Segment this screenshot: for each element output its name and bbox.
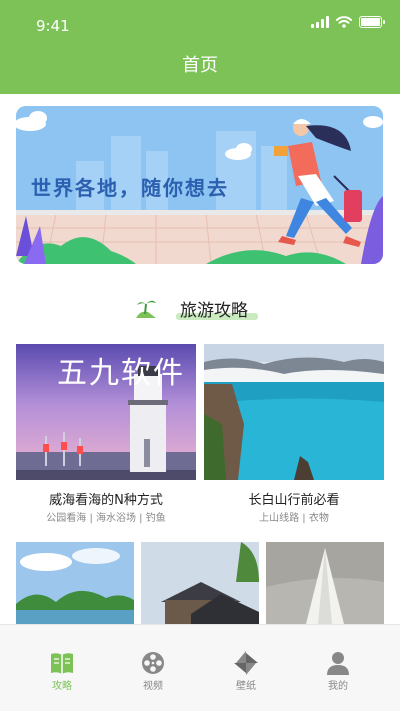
card-image[interactable] [266,542,384,624]
page-title: 首页 [182,55,218,76]
home-content[interactable]: 世界各地，随你想去 旅游攻略 五九软件 威海看海的N种方式 公园看海 | 海水浴… [0,94,400,624]
battery-icon [359,16,385,28]
card-title: 长白山行前必看 [248,493,340,508]
section-header: 旅游攻略 [0,292,400,324]
hero-banner[interactable]: 世界各地，随你想去 [16,106,383,264]
tab-label: 视频 [143,681,163,692]
card-title: 威海看海的N种方式 [49,493,163,508]
watermark-text: 五九软件 [57,356,185,391]
tab-profile[interactable]: 我的 [298,625,378,695]
palm-island-icon [136,300,156,318]
card-image[interactable] [16,542,134,624]
app-header: 9:41 首页 [0,0,400,94]
card-image[interactable]: 五九软件 [16,344,196,480]
banner-text: 世界各地，随你想去 [31,176,229,200]
card-image[interactable] [204,344,384,480]
card-image[interactable] [141,542,259,624]
crater-lake-photo [204,344,384,480]
book-icon [51,653,73,674]
wifi-icon [336,16,352,28]
tab-label: 攻略 [52,681,72,692]
person-icon [327,652,349,675]
tab-label: 我的 [328,681,348,692]
status-icons [311,16,385,28]
church-photo [266,542,384,624]
section-title: 旅游攻略 [180,301,248,321]
card-tags: 上山线路 | 衣物 [259,513,329,524]
tab-guides[interactable]: 攻略 [22,625,102,695]
tab-wallpapers[interactable]: 壁纸 [206,625,286,695]
cellular-signal-icon [311,16,329,28]
bottom-tab-bar: 攻略 视频 壁纸 我的 [0,624,400,711]
tab-label: 壁纸 [236,681,256,692]
card-tags: 公园看海 | 海水浴场 | 钓鱼 [46,513,166,524]
status-time: 9:41 [36,17,70,35]
old-town-photo [141,542,259,624]
film-reel-icon [142,652,164,674]
green-hills-photo [16,542,134,624]
tab-videos[interactable]: 视频 [113,625,193,695]
pinwheel-icon [234,651,258,675]
